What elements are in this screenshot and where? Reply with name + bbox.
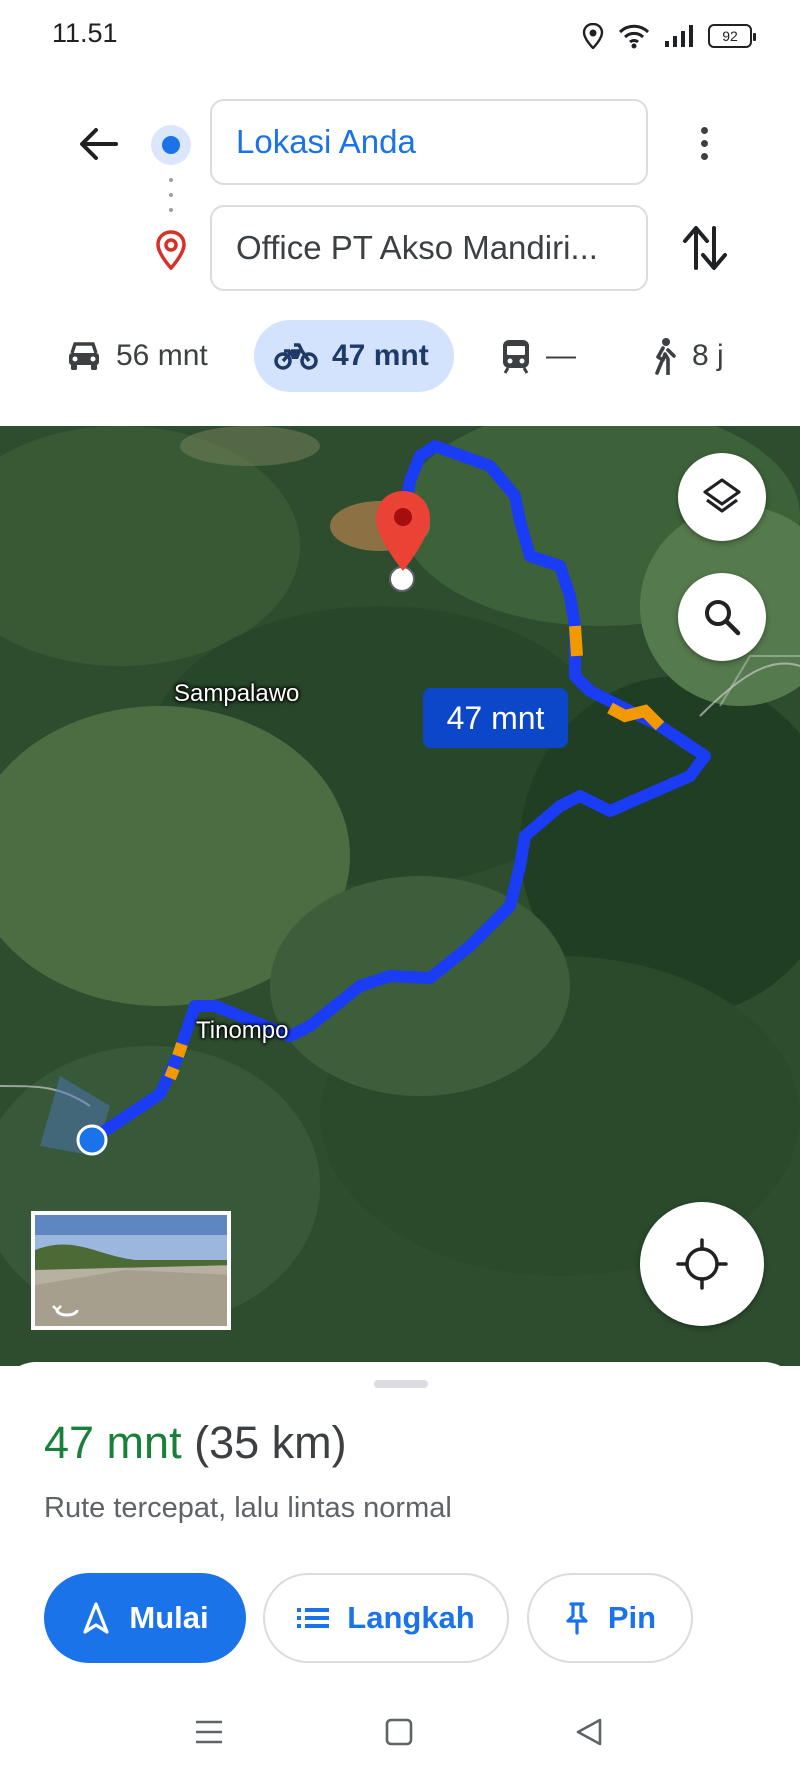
- car-icon: [69, 342, 99, 370]
- battery-icon: 92: [708, 24, 756, 48]
- status-time: 11.51: [52, 18, 118, 48]
- tab-car-label: 56 mnt: [116, 339, 208, 372]
- summary-distance: (35 km): [194, 1417, 347, 1468]
- tab-transit[interactable]: —: [500, 320, 576, 392]
- pushpin-icon: [566, 1602, 588, 1635]
- transit-icon: [503, 340, 529, 374]
- status-bar: 11.51 92: [0, 0, 800, 70]
- signal-icon: [665, 25, 693, 47]
- back-button[interactable]: [72, 118, 124, 170]
- tab-walk-label: 8 j: [692, 339, 724, 372]
- travel-mode-tabs: 56 mnt 47 mnt — 8 j: [0, 320, 800, 392]
- status-icons: 92: [582, 20, 756, 52]
- origin-input[interactable]: Lokasi Anda: [210, 99, 648, 185]
- destination-input[interactable]: Office PT Akso Mandiri...: [210, 205, 648, 291]
- place-label-sampalawo: Sampalawo: [174, 680, 300, 707]
- more-options-button[interactable]: [684, 118, 724, 168]
- square-icon: [385, 1718, 413, 1746]
- tab-transit-label: —: [546, 339, 576, 372]
- place-label-tinompo: Tinompo: [196, 1017, 289, 1044]
- my-location-button[interactable]: [640, 1202, 764, 1326]
- steps-label: Langkah: [347, 1600, 475, 1635]
- pin-label: Pin: [607, 1600, 657, 1635]
- system-nav-bar: [0, 1700, 800, 1760]
- start-navigation-button[interactable]: Mulai: [44, 1573, 246, 1663]
- wifi-icon: [618, 24, 650, 49]
- search-icon: [705, 600, 741, 636]
- navigation-arrow-icon: [83, 1602, 109, 1634]
- street-view-thumbnail[interactable]: [31, 1211, 231, 1330]
- my-location-icon: [676, 1238, 728, 1290]
- map-view[interactable]: Sampalawo Tinompo 47 mnt: [0, 426, 800, 1366]
- street-view-photo: [35, 1215, 227, 1326]
- system-back-button[interactable]: [569, 1712, 609, 1752]
- route-description: Rute tercepat, lalu lintas normal: [44, 1492, 452, 1524]
- tab-motorcycle[interactable]: 47 mnt: [254, 320, 454, 392]
- walk-icon: [655, 338, 676, 375]
- motorcycle-icon: [274, 343, 318, 370]
- start-navigation-label: Mulai: [129, 1600, 209, 1635]
- tab-walk[interactable]: 8 j: [650, 320, 724, 392]
- layers-icon: [703, 478, 741, 513]
- route-connector: [168, 178, 174, 212]
- pin-button[interactable]: Pin: [527, 1573, 693, 1663]
- destination-pin-icon: [156, 230, 186, 270]
- location-icon: [582, 23, 604, 49]
- sheet-drag-handle[interactable]: [374, 1380, 428, 1388]
- swap-route-button[interactable]: [680, 222, 730, 274]
- route-duration-chip[interactable]: 47 mnt: [423, 688, 568, 748]
- list-icon: [297, 1608, 330, 1628]
- menu-icon: [196, 1720, 222, 1744]
- origin-marker-icon: [151, 125, 191, 165]
- swap-icon: [683, 226, 727, 270]
- search-along-route-button[interactable]: [678, 573, 766, 661]
- tab-car[interactable]: 56 mnt: [66, 320, 208, 392]
- arrow-back-icon: [80, 128, 118, 160]
- summary-time: 47 mnt: [44, 1417, 182, 1468]
- home-button[interactable]: [379, 1712, 419, 1752]
- recent-apps-button[interactable]: [189, 1712, 229, 1752]
- triangle-back-icon: [576, 1718, 602, 1746]
- tab-motorcycle-label: 47 mnt: [332, 339, 429, 372]
- layers-button[interactable]: [678, 453, 766, 541]
- route-summary: 47 mnt (35 km): [44, 1417, 347, 1469]
- steps-button[interactable]: Langkah: [263, 1573, 509, 1663]
